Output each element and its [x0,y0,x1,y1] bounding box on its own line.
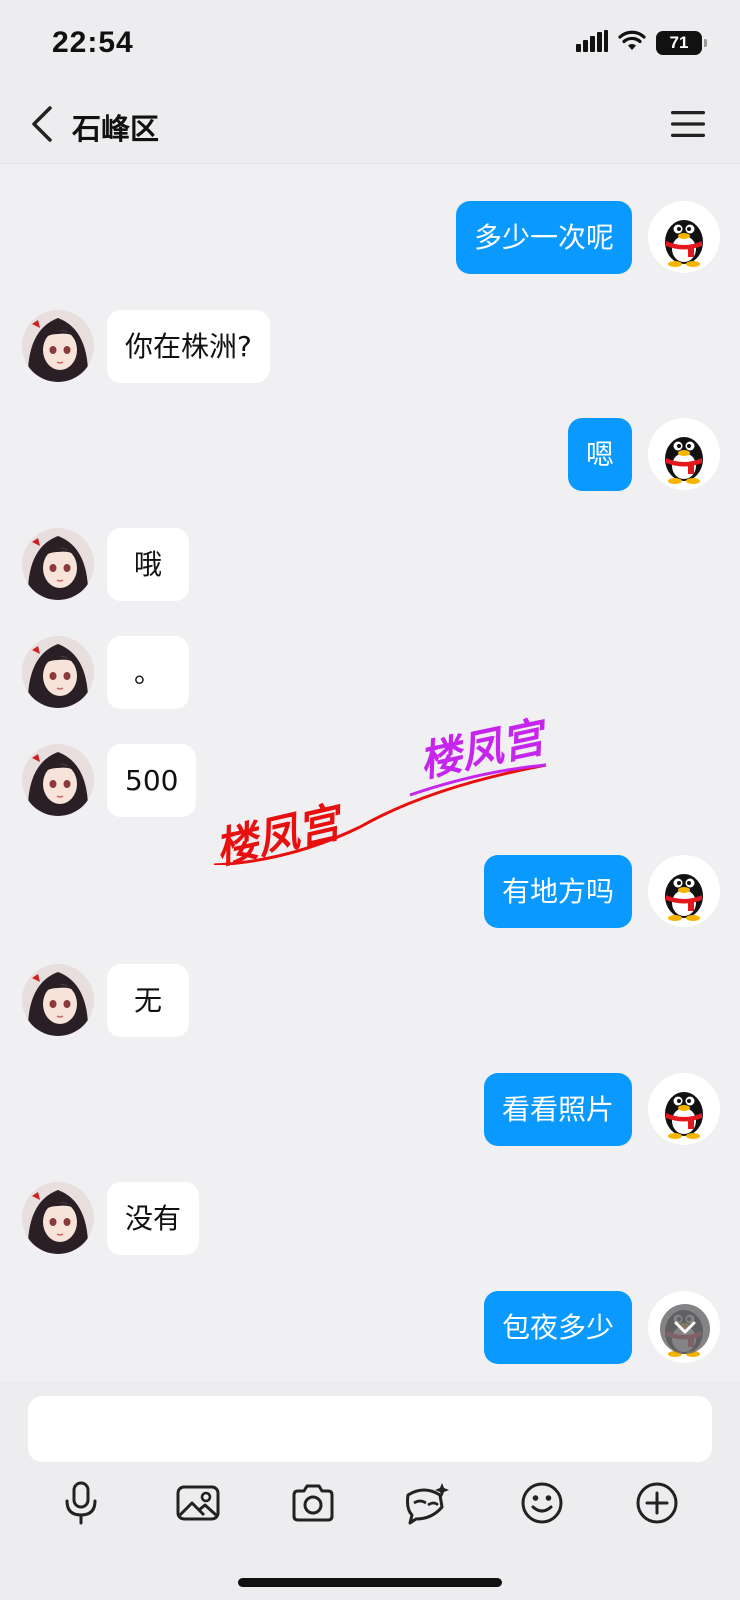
gallery-button[interactable] [169,1476,227,1534]
composer [0,1382,740,1600]
anime-girl-avatar-icon [22,1182,94,1254]
camera-button[interactable] [284,1476,342,1534]
microphone-icon [61,1480,101,1530]
contact-avatar[interactable] [22,310,94,382]
contact-avatar[interactable] [22,744,94,816]
more-button[interactable] [628,1476,686,1534]
message-received: 你在株洲? [0,310,740,384]
chat-header: 石峰区 [0,88,740,164]
message-received: 无 [0,964,740,1038]
anime-girl-avatar-icon [22,744,94,816]
message-received: 哦 [0,528,740,602]
status-time: 22:54 [52,26,134,59]
message-bubble[interactable]: 500 [107,744,197,817]
status-bar: 22:54 71 [0,0,740,88]
message-bubble[interactable]: 你在株洲? [107,310,270,383]
emoji-button[interactable] [513,1476,571,1534]
self-avatar[interactable] [648,201,720,273]
emoji-icon [520,1481,564,1529]
chevron-left-icon [30,105,54,147]
message-bubble[interactable]: 看看照片 [483,1073,632,1146]
anime-girl-avatar-icon [22,528,94,600]
home-indicator[interactable] [238,1578,502,1587]
status-icons: 71 [576,30,707,56]
message-bubble[interactable]: 哦 [107,528,190,601]
qq-penguin-icon [665,437,703,484]
cellular-signal-icon [576,30,608,56]
message-bubble[interactable]: 多少一次呢 [455,201,632,274]
wifi-icon [618,30,646,56]
chevron-down-icon [674,1320,696,1339]
plus-icon [635,1481,679,1529]
qq-penguin-icon [665,1092,703,1139]
anime-girl-avatar-icon [22,310,94,382]
composer-toolbar [0,1476,740,1546]
magic-chat-icon [402,1481,450,1529]
message-bubble[interactable]: 没有 [107,1182,200,1255]
message-sent: 包夜多少 [0,1291,740,1365]
magic-chat-button[interactable] [397,1476,455,1534]
back-button[interactable] [18,102,66,150]
contact-avatar[interactable] [22,1182,94,1254]
message-received: 没有 [0,1182,740,1256]
battery-icon: 71 [656,31,707,55]
self-avatar[interactable] [648,855,720,927]
qq-penguin-icon [665,220,703,267]
hamburger-menu-icon [671,110,705,142]
message-received: 。 [0,636,740,710]
message-sent: 有地方吗 [0,855,740,929]
self-avatar[interactable] [648,1073,720,1145]
message-input[interactable] [28,1396,712,1462]
message-bubble[interactable]: 有地方吗 [483,855,632,928]
anime-girl-avatar-icon [22,964,94,1036]
contact-avatar[interactable] [22,528,94,600]
qq-penguin-icon [665,874,703,921]
anime-girl-avatar-icon [22,636,94,708]
message-bubble[interactable]: 无 [107,964,190,1037]
message-sent: 嗯 [0,418,740,492]
battery-level: 71 [669,33,689,52]
chat-title: 石峰区 [72,112,160,146]
menu-button[interactable] [666,104,710,148]
voice-button[interactable] [52,1476,110,1534]
self-avatar[interactable] [648,418,720,490]
message-bubble[interactable]: 包夜多少 [483,1291,632,1364]
scroll-to-bottom-button[interactable] [660,1304,710,1354]
camera-icon [290,1483,336,1527]
message-bubble[interactable]: 。 [107,636,190,709]
contact-avatar[interactable] [22,964,94,1036]
message-sent: 多少一次呢 [0,201,740,275]
contact-avatar[interactable] [22,636,94,708]
message-bubble[interactable]: 嗯 [567,418,632,491]
image-icon [175,1483,221,1527]
message-sent: 看看照片 [0,1073,740,1147]
